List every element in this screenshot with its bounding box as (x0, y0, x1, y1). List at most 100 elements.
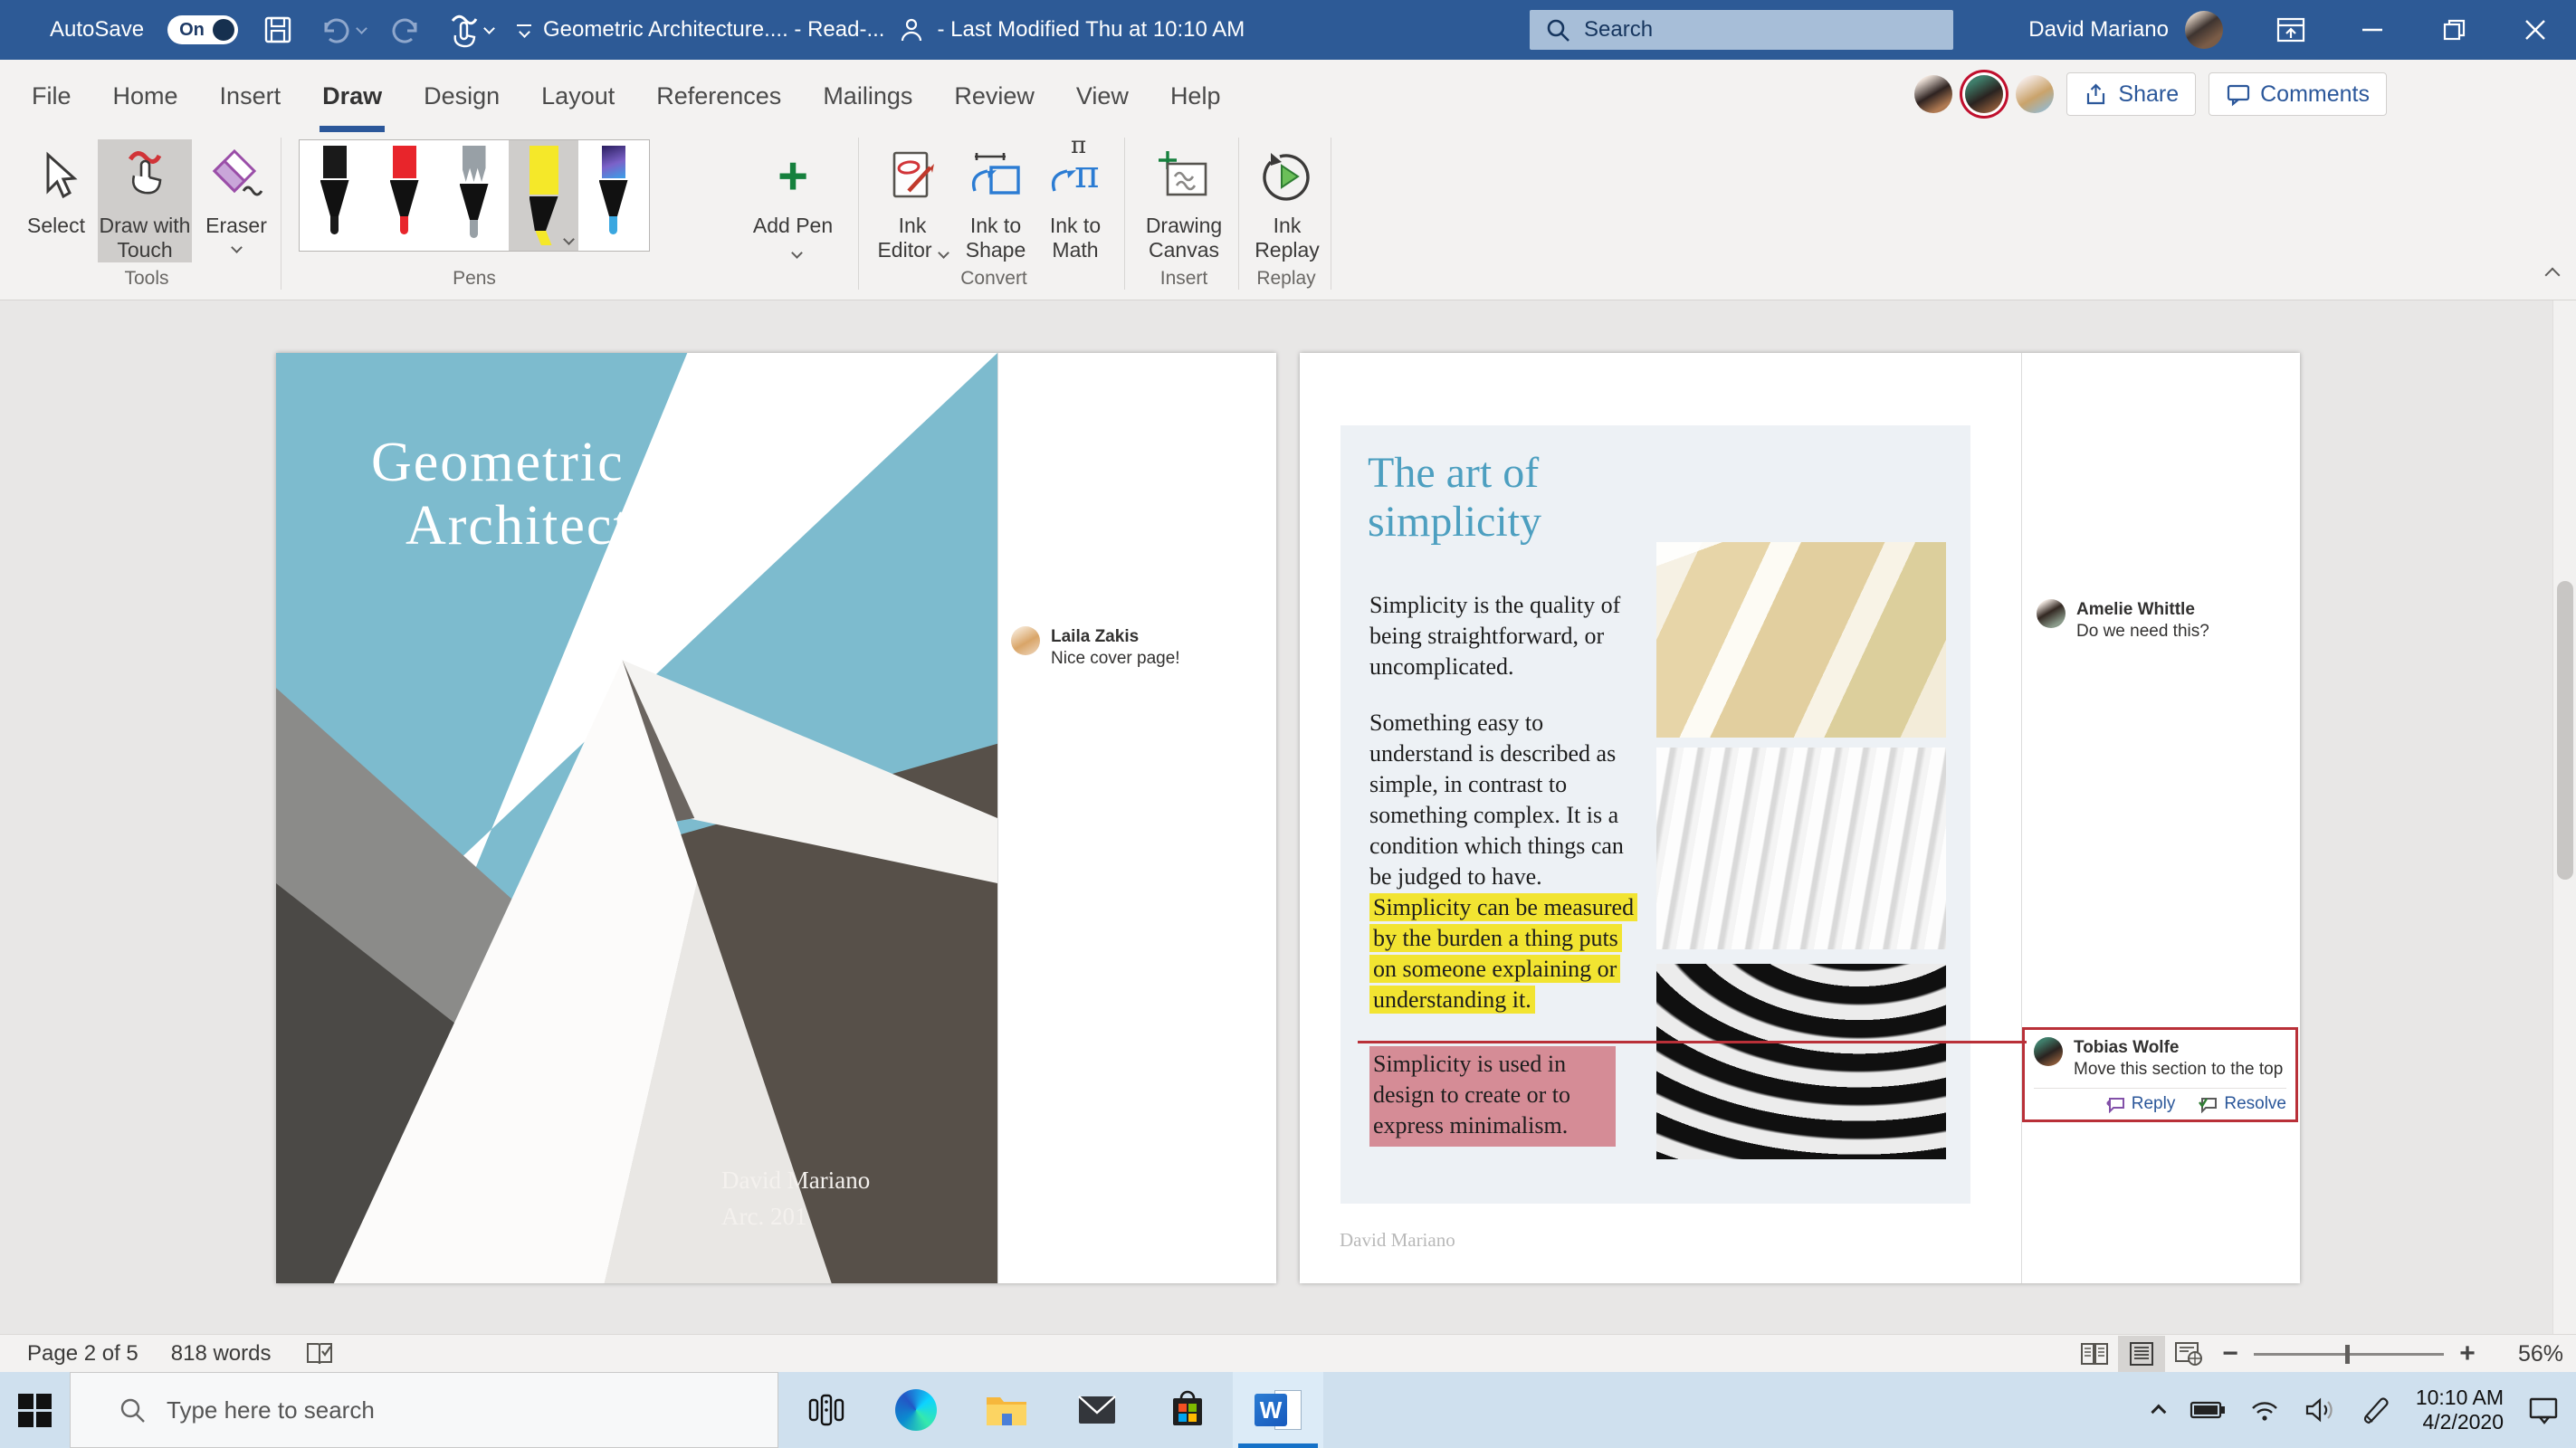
wifi-icon[interactable] (2249, 1397, 2280, 1423)
eraser-dropdown-icon[interactable] (231, 242, 243, 253)
comment-resolve-button[interactable]: Resolve (2199, 1094, 2286, 1114)
tab-file[interactable]: File (11, 60, 92, 132)
redo-button[interactable] (389, 14, 424, 46)
pen-gray-pencil[interactable] (439, 140, 509, 251)
add-pen-button[interactable]: + Add Pen (748, 139, 838, 262)
collapse-ribbon-icon[interactable] (2545, 268, 2561, 283)
user-avatar[interactable] (2185, 11, 2223, 49)
avatar-laila-zakis (1011, 626, 1040, 655)
zoom-slider[interactable] (2254, 1353, 2444, 1356)
battery-icon[interactable] (2190, 1399, 2226, 1421)
mail-app-button[interactable] (1052, 1372, 1142, 1448)
customize-quick-access-icon[interactable] (517, 24, 531, 36)
cover-artwork: Geometric Architecture David Mariano Arc… (276, 353, 997, 1283)
drawing-canvas-button[interactable]: Drawing Canvas (1133, 139, 1235, 262)
action-center-icon[interactable] (2527, 1395, 2560, 1425)
autosave-toggle[interactable]: On (167, 15, 238, 44)
ink-to-shape-button[interactable]: Ink to Shape (958, 139, 1034, 262)
scrollbar-thumb[interactable] (2557, 581, 2573, 880)
task-view-button[interactable] (780, 1372, 871, 1448)
restore-button[interactable] (2413, 0, 2495, 60)
undo-button[interactable] (318, 14, 366, 46)
zoom-level[interactable]: 56% (2485, 1341, 2563, 1367)
touch-draw-mode-button[interactable] (447, 12, 493, 48)
volume-icon[interactable] (2304, 1396, 2338, 1424)
document-scrollbar[interactable] (2552, 300, 2576, 1334)
tab-insert[interactable]: Insert (199, 60, 302, 132)
touch-draw-dropdown-icon[interactable] (483, 23, 495, 34)
file-explorer-button[interactable] (961, 1372, 1052, 1448)
tray-date: 4/2/2020 (2416, 1410, 2504, 1434)
mail-icon (1076, 1392, 1118, 1428)
collaborator-avatar-3[interactable] (2016, 75, 2054, 113)
clock[interactable]: 10:10 AM 4/2/2020 (2416, 1386, 2504, 1434)
undo-dropdown-icon[interactable] (356, 23, 367, 34)
pen-black[interactable] (300, 140, 369, 251)
draw-with-touch-button[interactable]: Draw with Touch (98, 139, 192, 262)
reply-icon (2106, 1095, 2126, 1113)
close-button[interactable] (2495, 0, 2576, 60)
share-button[interactable]: Share (2066, 72, 2196, 116)
proofing-book-icon[interactable] (304, 1339, 335, 1368)
pen-options-chevron-icon[interactable] (563, 233, 575, 245)
pen-yellow-highlighter-selected[interactable] (509, 140, 578, 251)
print-layout-button[interactable] (2118, 1336, 2165, 1372)
eraser-icon (207, 148, 265, 205)
tab-view[interactable]: View (1055, 60, 1150, 132)
word-application-window: AutoSave On (0, 0, 2576, 1448)
ink-to-math-button[interactable]: π π Ink to Math (1037, 139, 1113, 262)
tray-show-hidden-icons-button[interactable] (2151, 1405, 2166, 1420)
zoom-in-button[interactable]: + (2449, 1338, 2485, 1369)
comment-card-laila[interactable]: Laila Zakis Nice cover page! (1011, 626, 1180, 670)
comment-card-amelie[interactable]: Amelie Whittle Do we need this? (2037, 599, 2209, 643)
statusbar: Page 2 of 5 818 words − + 56% (0, 1334, 2576, 1372)
web-layout-button[interactable] (2165, 1336, 2212, 1372)
comments-button[interactable]: Comments (2209, 72, 2387, 116)
pen-icon[interactable] (2361, 1395, 2392, 1425)
ribbon-display-options-button[interactable] (2250, 0, 2332, 60)
edge-icon (895, 1389, 937, 1431)
search-input[interactable]: Search (1530, 10, 1953, 50)
read-mode-button[interactable] (2071, 1336, 2118, 1372)
paragraph-2-normal: Something easy to understand is describe… (1369, 710, 1624, 890)
collaborator-avatar-2[interactable] (1965, 75, 2003, 113)
tab-draw[interactable]: Draw (301, 60, 403, 132)
avatar-amelie-whittle (2037, 599, 2066, 628)
cover-credit: David Mariano Arc. 201 (721, 1162, 870, 1234)
word-app-button[interactable]: W (1233, 1372, 1323, 1448)
minimize-button[interactable] (2332, 0, 2413, 60)
ink-replay-button[interactable]: Ink Replay (1247, 139, 1327, 262)
save-button[interactable] (262, 14, 294, 46)
tab-home[interactable]: Home (92, 60, 199, 132)
add-pen-dropdown-icon[interactable] (791, 247, 803, 259)
tab-help[interactable]: Help (1150, 60, 1242, 132)
edge-browser-button[interactable] (871, 1372, 961, 1448)
tab-design[interactable]: Design (403, 60, 520, 132)
tab-layout[interactable]: Layout (520, 60, 635, 132)
microsoft-store-button[interactable] (1142, 1372, 1233, 1448)
ink-editor-button[interactable]: Ink Editor (869, 139, 956, 262)
page-indicator[interactable]: Page 2 of 5 (27, 1341, 138, 1367)
eraser-button[interactable]: Eraser (197, 139, 275, 252)
photo-balconies (1656, 542, 1946, 738)
word-count[interactable]: 818 words (171, 1341, 272, 1367)
titlebar: AutoSave On (0, 0, 2576, 60)
select-button[interactable]: Select (16, 139, 96, 238)
ink-editor-dropdown-icon[interactable] (938, 247, 949, 259)
tab-mailings[interactable]: Mailings (802, 60, 933, 132)
user-name[interactable]: David Mariano (2028, 17, 2169, 43)
collaborator-avatar-1[interactable] (1914, 75, 1952, 113)
tab-review[interactable]: Review (933, 60, 1055, 132)
comment-reply-button[interactable]: Reply (2106, 1094, 2176, 1114)
comment-card-tobias-active[interactable]: Tobias Wolfe Move this section to the to… (2022, 1027, 2298, 1122)
tab-references[interactable]: References (635, 60, 802, 132)
start-button[interactable] (0, 1372, 69, 1448)
pen-galaxy[interactable] (578, 140, 648, 251)
zoom-slider-thumb[interactable] (2345, 1345, 2350, 1364)
pen-red[interactable] (369, 140, 439, 251)
ink-replay-icon (1258, 148, 1316, 205)
page-2-comment-margin: Amelie Whittle Do we need this? Tobias W… (2021, 353, 2300, 1283)
zoom-out-button[interactable]: − (2212, 1338, 2248, 1369)
photo-curved-stripes (1656, 964, 1946, 1159)
taskbar-search-input[interactable]: Type here to search (70, 1372, 778, 1448)
